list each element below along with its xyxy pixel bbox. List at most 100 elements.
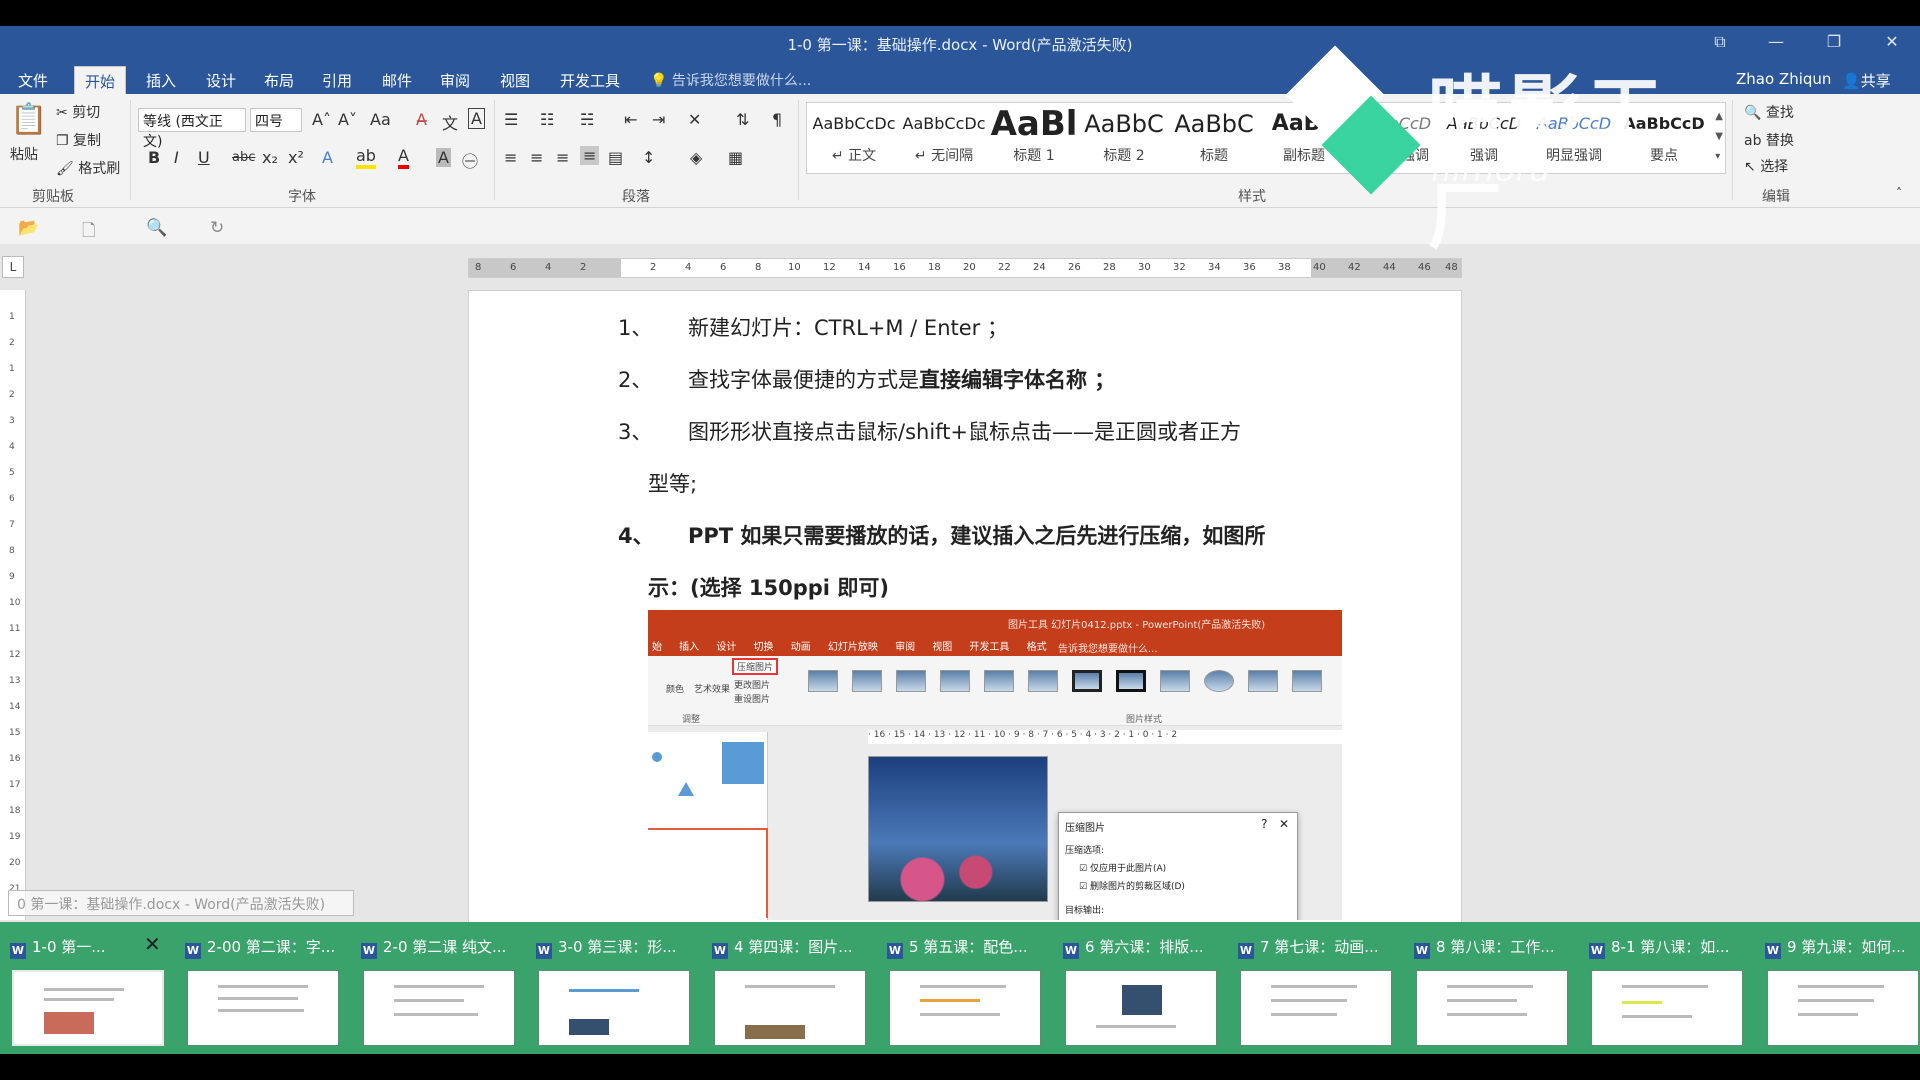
taskbar-thumb-active[interactable]: W 1-0 第一... ✕ bbox=[4, 930, 174, 1048]
close-button[interactable]: ✕ bbox=[1872, 32, 1912, 51]
taskbar-thumb[interactable]: W 9 第九课：如何... bbox=[1759, 930, 1919, 1048]
taskbar-thumb[interactable]: W 8 第八课：工作... bbox=[1408, 930, 1578, 1048]
tab-home[interactable]: 开始 bbox=[74, 66, 127, 94]
italic-icon[interactable]: I bbox=[174, 148, 179, 167]
character-shading-icon[interactable]: A bbox=[436, 148, 451, 167]
multilevel-list-icon[interactable]: ☵ bbox=[580, 110, 594, 129]
close-icon[interactable]: ✕ bbox=[144, 932, 161, 956]
numbering-icon[interactable]: ☷ bbox=[540, 110, 554, 129]
print-preview-icon[interactable]: 🔍 bbox=[146, 218, 167, 238]
collapse-ribbon-icon[interactable]: ˄ bbox=[1896, 186, 1902, 200]
embedded-screenshot[interactable]: 图片工具 幻灯片0412.pptx - PowerPoint(产品激活失败) 始… bbox=[648, 610, 1342, 920]
thumb-label: 2-0 第二课 纯文... bbox=[383, 938, 507, 956]
clear-formatting-icon[interactable]: A̶ bbox=[416, 110, 427, 129]
line-spacing-icon[interactable]: ↕ bbox=[642, 148, 655, 167]
align-center-icon[interactable]: ≡ bbox=[530, 148, 543, 167]
ruler-tick: 1 bbox=[9, 364, 15, 374]
borders-icon[interactable]: ▦ bbox=[728, 148, 743, 167]
preview-line bbox=[1622, 1015, 1692, 1018]
change-case-icon[interactable]: Aa bbox=[370, 110, 391, 129]
pp-title-bar: 图片工具 幻灯片0412.pptx - PowerPoint(产品激活失败) 始… bbox=[648, 610, 1342, 656]
user-name[interactable]: Zhao Zhiqun bbox=[1736, 70, 1831, 88]
word-icon: W bbox=[536, 943, 552, 959]
font-size-combo[interactable]: 四号 bbox=[250, 108, 302, 132]
tab-insert[interactable]: 插入 bbox=[136, 66, 186, 94]
tab-view[interactable]: 视图 bbox=[490, 66, 540, 94]
restore-button[interactable]: ❐ bbox=[1814, 32, 1854, 51]
tab-mailings[interactable]: 邮件 bbox=[372, 66, 422, 94]
thumb-preview bbox=[12, 970, 164, 1046]
tab-file[interactable]: 文件 bbox=[8, 66, 58, 94]
superscript-icon[interactable]: x² bbox=[288, 148, 304, 167]
ruler-tick: 17 bbox=[9, 780, 21, 790]
open-folder-icon[interactable]: 📂 bbox=[18, 218, 39, 238]
style-heading-1[interactable]: AaBl 标题 1 bbox=[989, 107, 1079, 171]
pp-slide-thumbnails bbox=[648, 732, 768, 920]
bullets-icon[interactable]: ☰ bbox=[504, 110, 518, 129]
text-effects-icon[interactable]: A bbox=[322, 148, 333, 167]
paste-button[interactable]: 粘贴 bbox=[10, 144, 38, 164]
underline-icon[interactable]: U bbox=[198, 148, 210, 167]
paste-icon[interactable]: 📋 bbox=[10, 102, 47, 137]
new-document-icon[interactable]: 🗋 bbox=[82, 218, 96, 247]
sort-icon[interactable]: ⇅ bbox=[736, 110, 749, 129]
highlight-icon[interactable]: ab bbox=[356, 146, 376, 169]
align-right-icon[interactable]: ≡ bbox=[556, 148, 569, 167]
horizontal-ruler[interactable]: 8 6 4 2 2 4 6 8 10 12 14 16 18 20 22 24 … bbox=[468, 258, 1462, 278]
taskbar-thumb[interactable]: W 6 第六课：排版... bbox=[1057, 930, 1227, 1048]
copy-button[interactable]: ❐ 复制 bbox=[56, 130, 101, 150]
minimize-button[interactable]: — bbox=[1756, 32, 1796, 51]
preview-line bbox=[394, 999, 464, 1002]
taskbar-thumb[interactable]: W 3-0 第三课：形... bbox=[530, 930, 700, 1048]
tab-references[interactable]: 引用 bbox=[312, 66, 362, 94]
shrink-font-icon[interactable]: A˅ bbox=[338, 110, 357, 129]
bold-icon[interactable]: B bbox=[148, 148, 160, 167]
change-picture-button: 更改图片 bbox=[734, 681, 771, 691]
tab-review[interactable]: 审阅 bbox=[430, 66, 480, 94]
tab-design[interactable]: 设计 bbox=[196, 66, 246, 94]
font-color-icon[interactable]: A bbox=[398, 146, 409, 169]
ruler-tick: 19 bbox=[9, 832, 21, 842]
tab-developer[interactable]: 开发工具 bbox=[550, 66, 630, 94]
strikethrough-icon[interactable]: abc bbox=[232, 150, 255, 165]
share-button[interactable]: 👤共享 bbox=[1842, 70, 1891, 91]
shading-icon[interactable]: ◈ bbox=[690, 148, 702, 167]
phonetic-guide-icon[interactable]: 文 bbox=[442, 110, 458, 134]
style-title[interactable]: AaBbC 标题 bbox=[1169, 107, 1259, 171]
subscript-icon[interactable]: x₂ bbox=[262, 148, 278, 167]
align-left-icon[interactable]: ≡ bbox=[504, 148, 517, 167]
grow-font-icon[interactable]: A˄ bbox=[312, 110, 331, 129]
taskbar-thumb[interactable]: W 2-0 第二课 纯文... bbox=[355, 930, 525, 1048]
taskbar-thumb[interactable]: W 5 第五课：配色... bbox=[881, 930, 1051, 1048]
decrease-indent-icon[interactable]: ⇤ bbox=[624, 110, 637, 129]
vertical-ruler[interactable]: 1 2 1 2 3 4 5 6 7 8 9 10 11 12 13 14 15 … bbox=[0, 290, 26, 920]
style-no-spacing[interactable]: AaBbCcDc ↵ 无间隔 bbox=[899, 107, 989, 171]
format-painter-button[interactable]: 🖌 格式刷 bbox=[56, 158, 120, 178]
style-normal[interactable]: AaBbCcDc ↵ 正文 bbox=[809, 107, 899, 171]
redo-icon[interactable]: ↻ bbox=[210, 218, 224, 238]
font-name-combo[interactable]: 等线 (西文正文) bbox=[138, 108, 246, 150]
justify-icon[interactable]: ≡ bbox=[580, 146, 600, 165]
tab-layout[interactable]: 布局 bbox=[254, 66, 304, 94]
cut-button[interactable]: ✂ 剪切 bbox=[56, 102, 100, 122]
replace-button[interactable]: ab 替换 bbox=[1744, 130, 1794, 150]
show-marks-icon[interactable]: ¶ bbox=[772, 110, 782, 129]
increase-indent-icon[interactable]: ⇥ bbox=[652, 110, 665, 129]
enclose-characters-icon[interactable]: ㊀ bbox=[462, 148, 478, 172]
ribbon-display-options-icon[interactable]: ⧉ bbox=[1700, 32, 1740, 52]
taskbar-thumb[interactable]: W 2-00 第二课：字... bbox=[179, 930, 349, 1048]
taskbar-thumb[interactable]: W 4 第四课：图片... bbox=[706, 930, 876, 1048]
taskbar-thumb[interactable]: W 8-1 第八课：如... bbox=[1583, 930, 1753, 1048]
gallery-scroll-icon[interactable]: ▲ ▼ ▾ bbox=[1715, 107, 1723, 167]
taskbar-thumb[interactable]: W 7 第七课：动画... bbox=[1232, 930, 1402, 1048]
find-button[interactable]: 🔍 查找 bbox=[1744, 102, 1794, 122]
select-button[interactable]: ↖ 选择 bbox=[1744, 156, 1788, 176]
ruler-tick: 24 bbox=[1033, 262, 1046, 273]
tab-selector[interactable]: L bbox=[2, 256, 24, 278]
chinese-layout-icon[interactable]: ✕ bbox=[688, 110, 701, 129]
style-heading-2[interactable]: AaBbC 标题 2 bbox=[1079, 107, 1169, 171]
artistic-effects-button: 艺术效果 bbox=[694, 685, 731, 695]
character-border-icon[interactable]: A bbox=[468, 108, 485, 129]
tell-me-search[interactable]: 💡 告诉我您想要做什么... bbox=[650, 70, 811, 90]
distributed-icon[interactable]: ▤ bbox=[608, 148, 623, 167]
